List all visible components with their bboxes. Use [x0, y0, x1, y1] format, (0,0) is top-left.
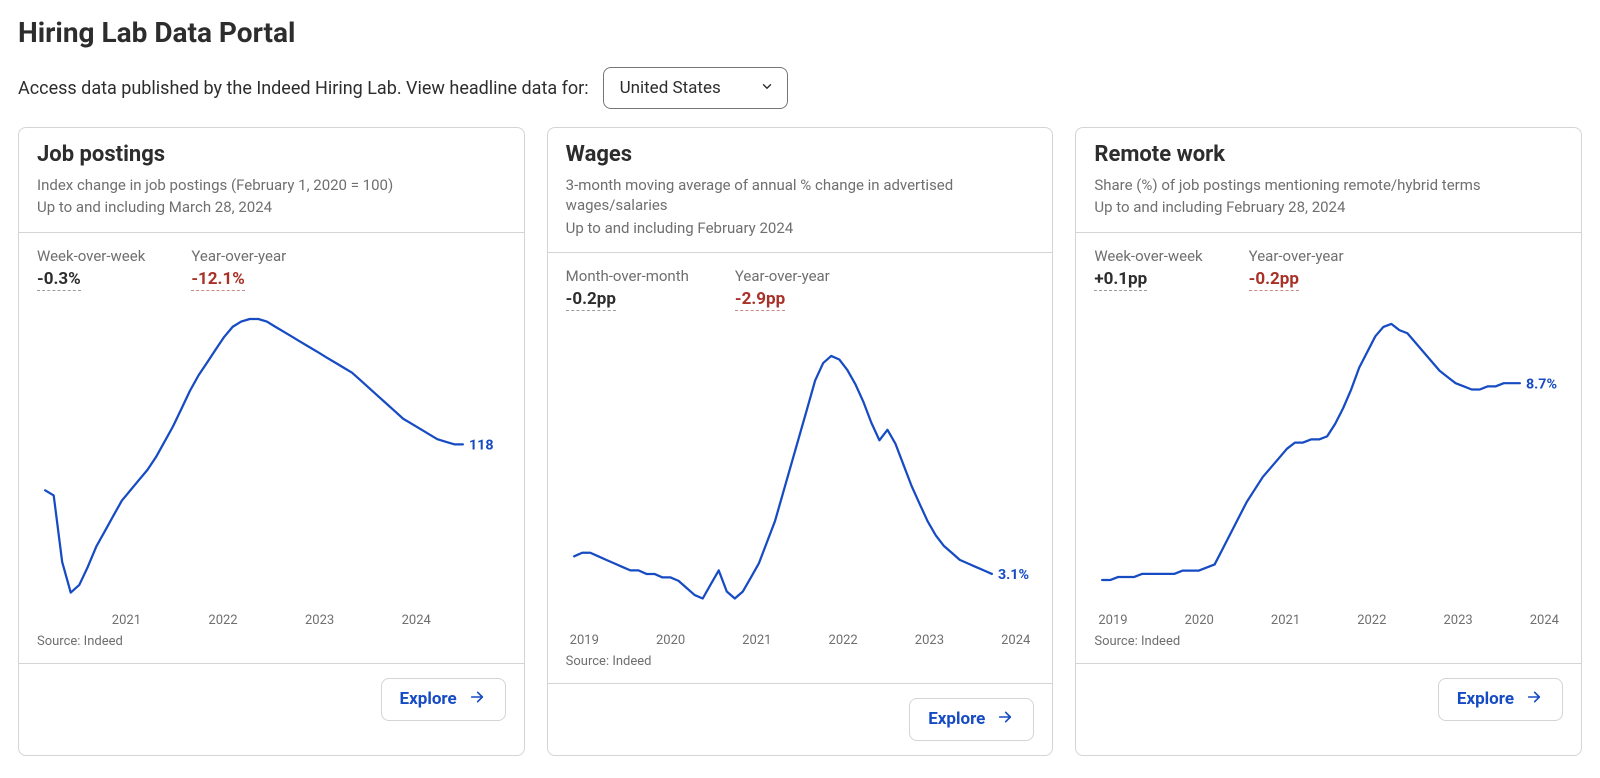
x-tick: 2019	[570, 633, 599, 648]
stat-value: -0.3%	[37, 269, 81, 291]
chart-wrap: 118 . 2021 2022 2023 2024 .	[19, 295, 524, 628]
x-tick: 2022	[1357, 613, 1386, 628]
x-tick: 2020	[656, 633, 685, 648]
stat-value: -0.2pp	[1249, 269, 1299, 291]
stat: Week-over-week +0.1pp	[1094, 247, 1202, 291]
x-tick: 2022	[208, 613, 237, 628]
stat-label: Month-over-month	[566, 267, 689, 285]
x-tick: 2021	[112, 613, 141, 628]
stat-value: -12.1%	[191, 269, 244, 291]
card-foot: Explore	[19, 663, 524, 735]
card-sub-line: Up to and including February 2024	[566, 218, 1035, 238]
x-ticks: . 2021 2022 2023 2024 .	[37, 609, 506, 628]
stat-label: Week-over-week	[37, 247, 145, 265]
card-title: Job postings	[37, 142, 506, 167]
stat: Year-over-year -2.9pp	[735, 267, 830, 311]
card-sub-line: Index change in job postings (February 1…	[37, 175, 506, 195]
stats-row: Week-over-week +0.1pp Year-over-year -0.…	[1076, 233, 1581, 295]
card-foot: Explore	[548, 683, 1053, 755]
stat: Week-over-week -0.3%	[37, 247, 145, 291]
chart-wrap: 3.1% 2019 2020 2021 2022 2023 2024	[548, 315, 1053, 648]
chart-wrap: 8.7% 2019 2020 2021 2022 2023 2024	[1076, 295, 1581, 628]
x-tick: 2022	[829, 633, 858, 648]
chart-end-label: 8.7%	[1526, 376, 1557, 392]
stat: Month-over-month -0.2pp	[566, 267, 689, 311]
page-title: Hiring Lab Data Portal	[18, 16, 1582, 49]
card-title: Remote work	[1094, 142, 1563, 167]
stat: Year-over-year -12.1%	[191, 247, 286, 291]
stat-label: Year-over-year	[191, 247, 286, 265]
card-head: Wages 3-month moving average of annual %…	[548, 128, 1053, 253]
stat-value: +0.1pp	[1094, 269, 1147, 291]
x-tick: 2024	[1001, 633, 1030, 648]
chart-wages: 3.1%	[566, 319, 1035, 629]
arrow-right-icon	[995, 709, 1015, 730]
chart-line	[574, 356, 992, 599]
card-title: Wages	[566, 142, 1035, 167]
explore-button[interactable]: Explore	[909, 698, 1034, 741]
x-tick: 2023	[915, 633, 944, 648]
card-sub-line: Up to and including February 28, 2024	[1094, 197, 1563, 217]
chart-end-label: 118	[469, 437, 494, 453]
card-foot: Explore	[1076, 663, 1581, 735]
chart-job-postings: 118	[37, 299, 506, 609]
country-select-wrap: United States	[603, 67, 788, 109]
intro-text: Access data published by the Indeed Hiri…	[18, 78, 589, 99]
card-subtitle: Share (%) of job postings mentioning rem…	[1094, 175, 1563, 218]
intro-row: Access data published by the Indeed Hiri…	[18, 67, 1582, 109]
card-sub-line: 3-month moving average of annual % chang…	[566, 175, 1035, 216]
chart-source: Source: Indeed	[1076, 628, 1581, 663]
stat-label: Week-over-week	[1094, 247, 1202, 265]
country-select[interactable]: United States	[603, 67, 788, 109]
card-subtitle: 3-month moving average of annual % chang…	[566, 175, 1035, 238]
stat-value: -2.9pp	[735, 289, 785, 311]
x-tick: 2021	[742, 633, 771, 648]
chart-remote-work: 8.7%	[1094, 299, 1563, 609]
stats-row: Month-over-month -0.2pp Year-over-year -…	[548, 253, 1053, 315]
chart-source: Source: Indeed	[548, 648, 1053, 683]
card-head: Remote work Share (%) of job postings me…	[1076, 128, 1581, 233]
explore-button[interactable]: Explore	[381, 678, 506, 721]
cards-row: Job postings Index change in job posting…	[18, 127, 1582, 756]
arrow-right-icon	[1524, 689, 1544, 710]
arrow-right-icon	[467, 689, 487, 710]
chart-source: Source: Indeed	[19, 628, 524, 663]
explore-button[interactable]: Explore	[1438, 678, 1563, 721]
x-ticks: 2019 2020 2021 2022 2023 2024	[566, 629, 1035, 648]
card-sub-line: Up to and including March 28, 2024	[37, 197, 506, 217]
card-remote-work: Remote work Share (%) of job postings me…	[1075, 127, 1582, 756]
chart-end-label: 3.1%	[998, 567, 1029, 583]
x-ticks: 2019 2020 2021 2022 2023 2024	[1094, 609, 1563, 628]
card-head: Job postings Index change in job posting…	[19, 128, 524, 233]
card-subtitle: Index change in job postings (February 1…	[37, 175, 506, 218]
stats-row: Week-over-week -0.3% Year-over-year -12.…	[19, 233, 524, 295]
x-tick: 2020	[1185, 613, 1214, 628]
explore-label: Explore	[400, 689, 457, 709]
x-tick: 2023	[305, 613, 334, 628]
chart-line	[1102, 323, 1520, 579]
stat: Year-over-year -0.2pp	[1249, 247, 1344, 291]
x-tick: 2024	[1530, 613, 1559, 628]
card-sub-line: Share (%) of job postings mentioning rem…	[1094, 175, 1563, 195]
chart-line	[45, 319, 463, 593]
card-job-postings: Job postings Index change in job posting…	[18, 127, 525, 756]
card-wages: Wages 3-month moving average of annual %…	[547, 127, 1054, 756]
explore-label: Explore	[928, 709, 985, 729]
stat-label: Year-over-year	[735, 267, 830, 285]
x-tick: 2019	[1098, 613, 1127, 628]
x-tick: 2023	[1443, 613, 1472, 628]
x-tick: 2021	[1271, 613, 1300, 628]
explore-label: Explore	[1457, 689, 1514, 709]
stat-value: -0.2pp	[566, 289, 616, 311]
stat-label: Year-over-year	[1249, 247, 1344, 265]
x-tick: 2024	[402, 613, 431, 628]
